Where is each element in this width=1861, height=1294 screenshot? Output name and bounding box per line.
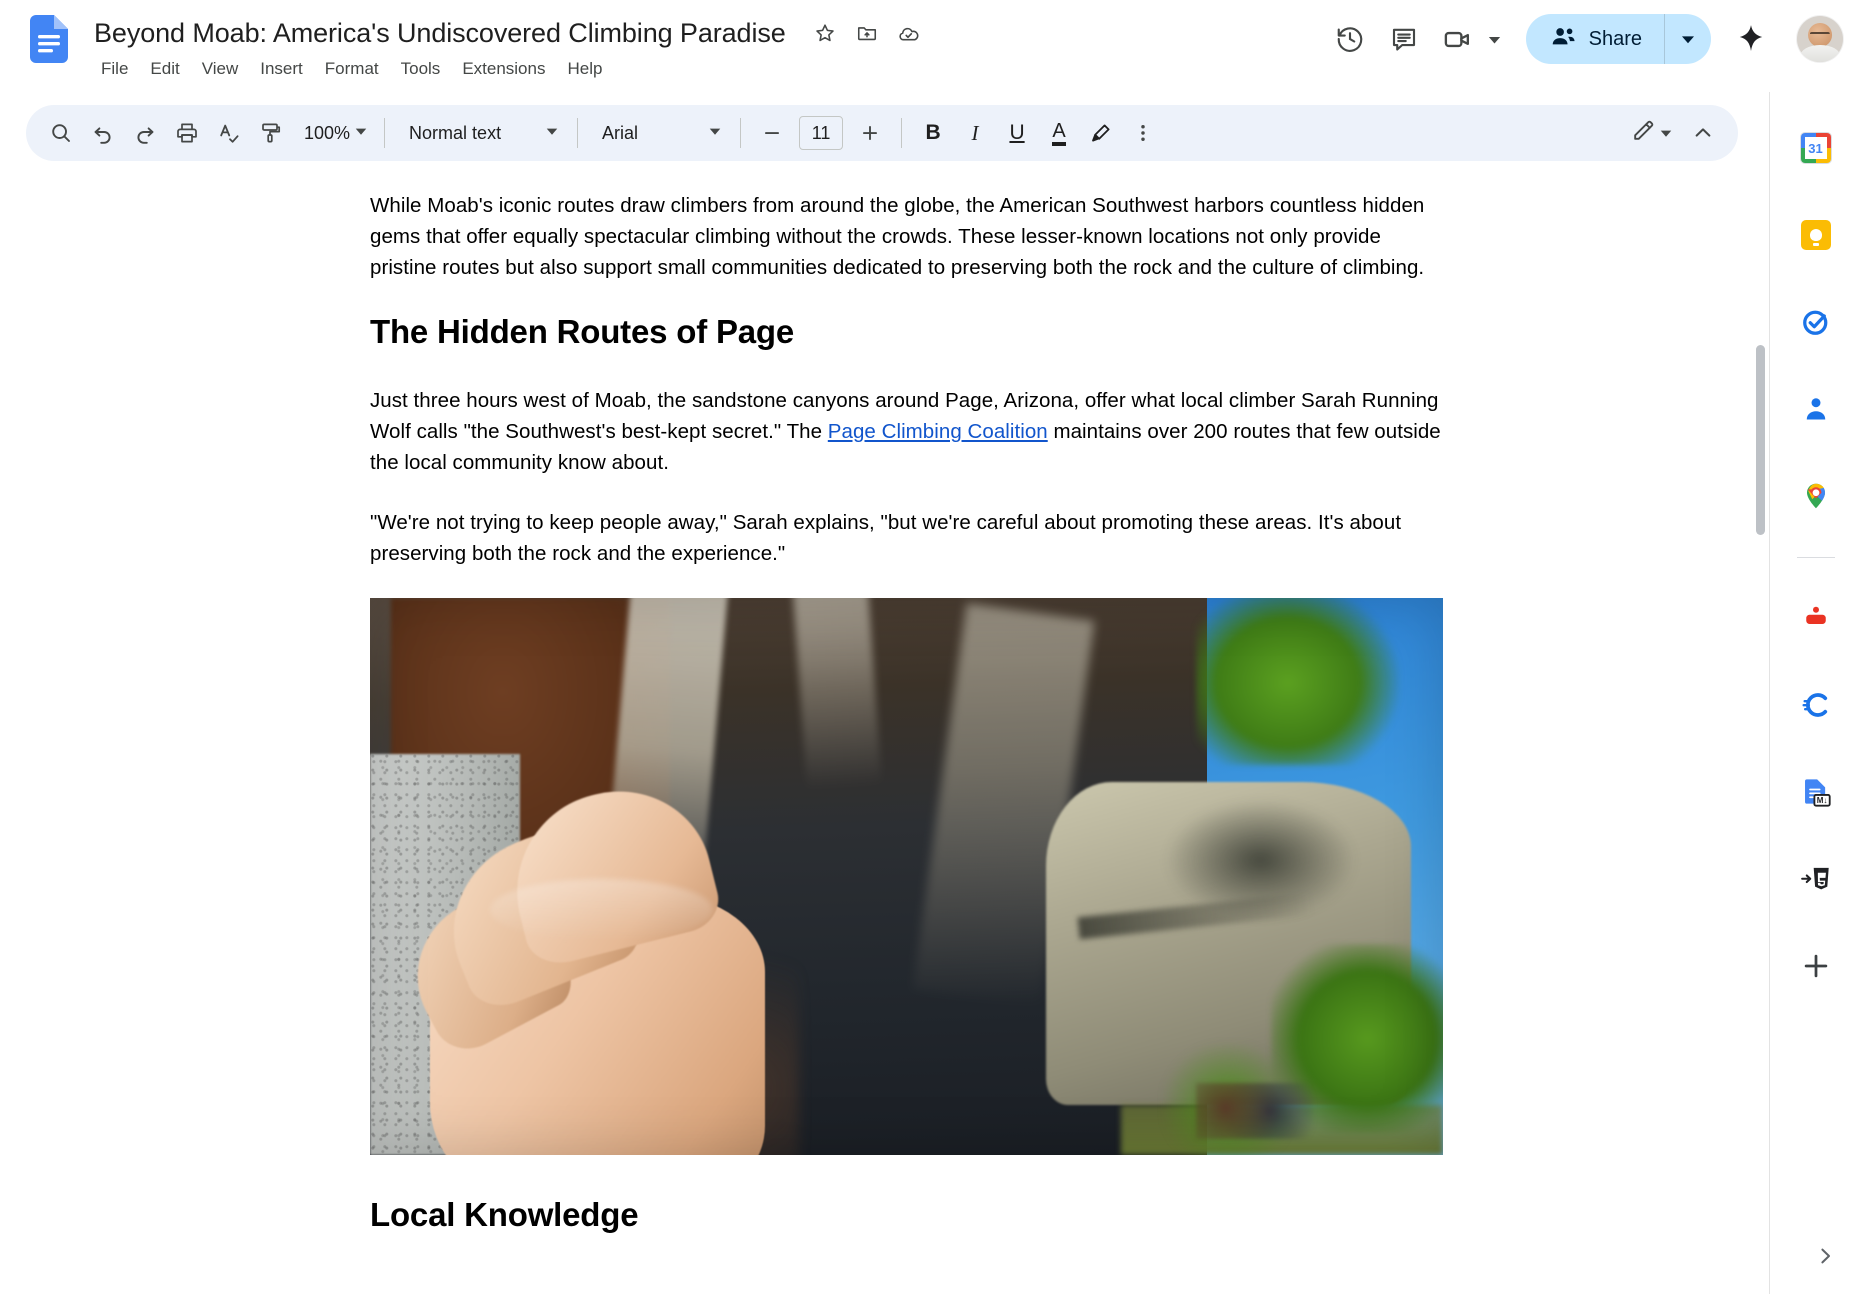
heading-local-knowledge[interactable]: Local Knowledge bbox=[370, 1195, 1443, 1235]
header-actions: Share bbox=[1326, 8, 1843, 70]
title-actions bbox=[808, 16, 926, 50]
font-size-input[interactable]: 11 bbox=[799, 116, 844, 150]
italic-button[interactable]: I bbox=[954, 112, 996, 154]
spellcheck-icon[interactable] bbox=[208, 112, 250, 154]
text-color-button[interactable]: A bbox=[1038, 112, 1080, 154]
version-history-icon[interactable] bbox=[1326, 15, 1374, 63]
meet-control bbox=[1434, 15, 1508, 63]
calendar-date-label: 31 bbox=[1804, 137, 1827, 159]
get-addons-icon[interactable] bbox=[1788, 938, 1844, 994]
menu-view[interactable]: View bbox=[191, 55, 250, 83]
meet-camera-icon[interactable] bbox=[1434, 15, 1482, 63]
bold-label: B bbox=[925, 121, 941, 144]
text-color-label: A bbox=[1052, 121, 1066, 146]
underline-label: U bbox=[1009, 121, 1025, 144]
photo-vignette bbox=[370, 598, 1443, 1155]
menu-tools[interactable]: Tools bbox=[390, 55, 452, 83]
share-people-icon bbox=[1550, 23, 1577, 55]
menu-file[interactable]: File bbox=[90, 55, 139, 83]
underline-button[interactable]: U bbox=[996, 112, 1038, 154]
paragraph-intro[interactable]: While Moab's iconic routes draw climbers… bbox=[370, 191, 1443, 283]
menu-insert[interactable]: Insert bbox=[249, 55, 314, 83]
font-family-value: Arial bbox=[602, 122, 639, 143]
increase-font-size-button[interactable] bbox=[849, 112, 891, 154]
more-options-icon[interactable] bbox=[1122, 112, 1164, 154]
paragraph-style-selector[interactable]: Normal text bbox=[395, 112, 567, 154]
undo-icon[interactable] bbox=[82, 112, 124, 154]
page-climbing-coalition-link[interactable]: Page Climbing Coalition bbox=[828, 420, 1048, 443]
google-docs-logo-icon bbox=[30, 15, 68, 63]
chevron-down-icon bbox=[545, 124, 559, 143]
google-contacts-icon[interactable] bbox=[1788, 381, 1844, 437]
google-maps-icon[interactable] bbox=[1788, 468, 1844, 524]
html5-export-icon[interactable] bbox=[1788, 851, 1844, 907]
font-family-selector[interactable]: Arial bbox=[588, 112, 730, 154]
google-keep-icon[interactable] bbox=[1788, 207, 1844, 263]
menu-bar: File Edit View Insert Format Tools Exten… bbox=[90, 55, 613, 83]
paragraph-style-value: Normal text bbox=[409, 122, 502, 143]
menu-edit[interactable]: Edit bbox=[139, 55, 190, 83]
pencil-icon bbox=[1631, 118, 1656, 148]
cloud-saved-icon[interactable] bbox=[892, 16, 926, 50]
paragraph-page-routes[interactable]: Just three hours west of Moab, the sands… bbox=[370, 386, 1443, 478]
heading-hidden-routes[interactable]: The Hidden Routes of Page bbox=[370, 312, 1443, 352]
menu-help[interactable]: Help bbox=[556, 55, 613, 83]
zoom-value: 100% bbox=[304, 122, 351, 143]
share-main[interactable]: Share bbox=[1526, 14, 1665, 64]
chevron-down-icon bbox=[1656, 126, 1676, 140]
menu-extensions[interactable]: Extensions bbox=[451, 55, 556, 83]
redo-icon[interactable] bbox=[124, 112, 166, 154]
climbing-photo[interactable] bbox=[370, 598, 1443, 1156]
star-icon[interactable] bbox=[808, 16, 842, 50]
decrease-font-size-button[interactable] bbox=[751, 112, 793, 154]
document-page[interactable]: While Moab's iconic routes draw climbers… bbox=[0, 161, 1769, 1294]
share-label: Share bbox=[1588, 27, 1642, 50]
formatting-toolbar: 100% Normal text Arial 11 B I U A bbox=[26, 105, 1738, 161]
share-button[interactable]: Share bbox=[1525, 14, 1711, 64]
toolbar-divider bbox=[740, 118, 742, 148]
font-size-group: 11 bbox=[751, 112, 891, 154]
meet-dropdown-caret-icon[interactable] bbox=[1482, 19, 1508, 59]
document-title[interactable]: Beyond Moab: America's Undiscovered Clim… bbox=[90, 16, 790, 51]
title-row: Beyond Moab: America's Undiscovered Clim… bbox=[90, 14, 926, 52]
google-tasks-icon[interactable] bbox=[1788, 294, 1844, 350]
toolbar-divider bbox=[384, 118, 386, 148]
toolbar-divider bbox=[901, 118, 903, 148]
menu-format[interactable]: Format bbox=[314, 55, 390, 83]
collapse-menus-icon[interactable] bbox=[1682, 112, 1724, 154]
italic-label: I bbox=[971, 120, 979, 145]
markdown-addon-icon[interactable]: M↓ bbox=[1788, 764, 1844, 820]
google-calendar-icon[interactable]: 31 bbox=[1788, 120, 1844, 176]
comment-icon[interactable] bbox=[1380, 15, 1428, 63]
paint-format-icon[interactable] bbox=[250, 112, 292, 154]
expand-side-panel-icon[interactable] bbox=[1803, 1234, 1847, 1278]
toolbar-divider bbox=[577, 118, 579, 148]
google-docs-window: Beyond Moab: America's Undiscovered Clim… bbox=[0, 0, 1861, 1294]
addon-red-icon[interactable] bbox=[1788, 590, 1844, 646]
chevron-down-icon bbox=[708, 124, 722, 143]
zoom-selector[interactable]: 100% bbox=[292, 112, 374, 154]
side-panel: 31 M↓ bbox=[1769, 92, 1861, 1294]
app-header: Beyond Moab: America's Undiscovered Clim… bbox=[0, 0, 1861, 92]
avatar[interactable] bbox=[1797, 16, 1843, 62]
document-body[interactable]: While Moab's iconic routes draw climbers… bbox=[370, 191, 1443, 1269]
paragraph-quote[interactable]: "We're not trying to keep people away," … bbox=[370, 508, 1443, 570]
vertical-scrollbar[interactable] bbox=[1756, 345, 1765, 535]
toolbar-right-group bbox=[1623, 112, 1724, 154]
share-dropdown-caret-icon[interactable] bbox=[1665, 14, 1711, 64]
svg-text:M↓: M↓ bbox=[1816, 796, 1827, 805]
move-folder-icon[interactable] bbox=[850, 16, 884, 50]
gemini-sparkle-icon[interactable] bbox=[1725, 13, 1777, 65]
highlight-color-icon[interactable] bbox=[1080, 112, 1122, 154]
document-canvas[interactable]: While Moab's iconic routes draw climbers… bbox=[0, 161, 1769, 1294]
side-panel-divider bbox=[1796, 557, 1835, 558]
addon-code-icon[interactable] bbox=[1788, 677, 1844, 733]
bold-button[interactable]: B bbox=[912, 112, 954, 154]
print-icon[interactable] bbox=[166, 112, 208, 154]
editing-mode-selector[interactable] bbox=[1623, 112, 1680, 154]
search-icon[interactable] bbox=[40, 112, 82, 154]
chevron-down-icon bbox=[354, 124, 368, 143]
